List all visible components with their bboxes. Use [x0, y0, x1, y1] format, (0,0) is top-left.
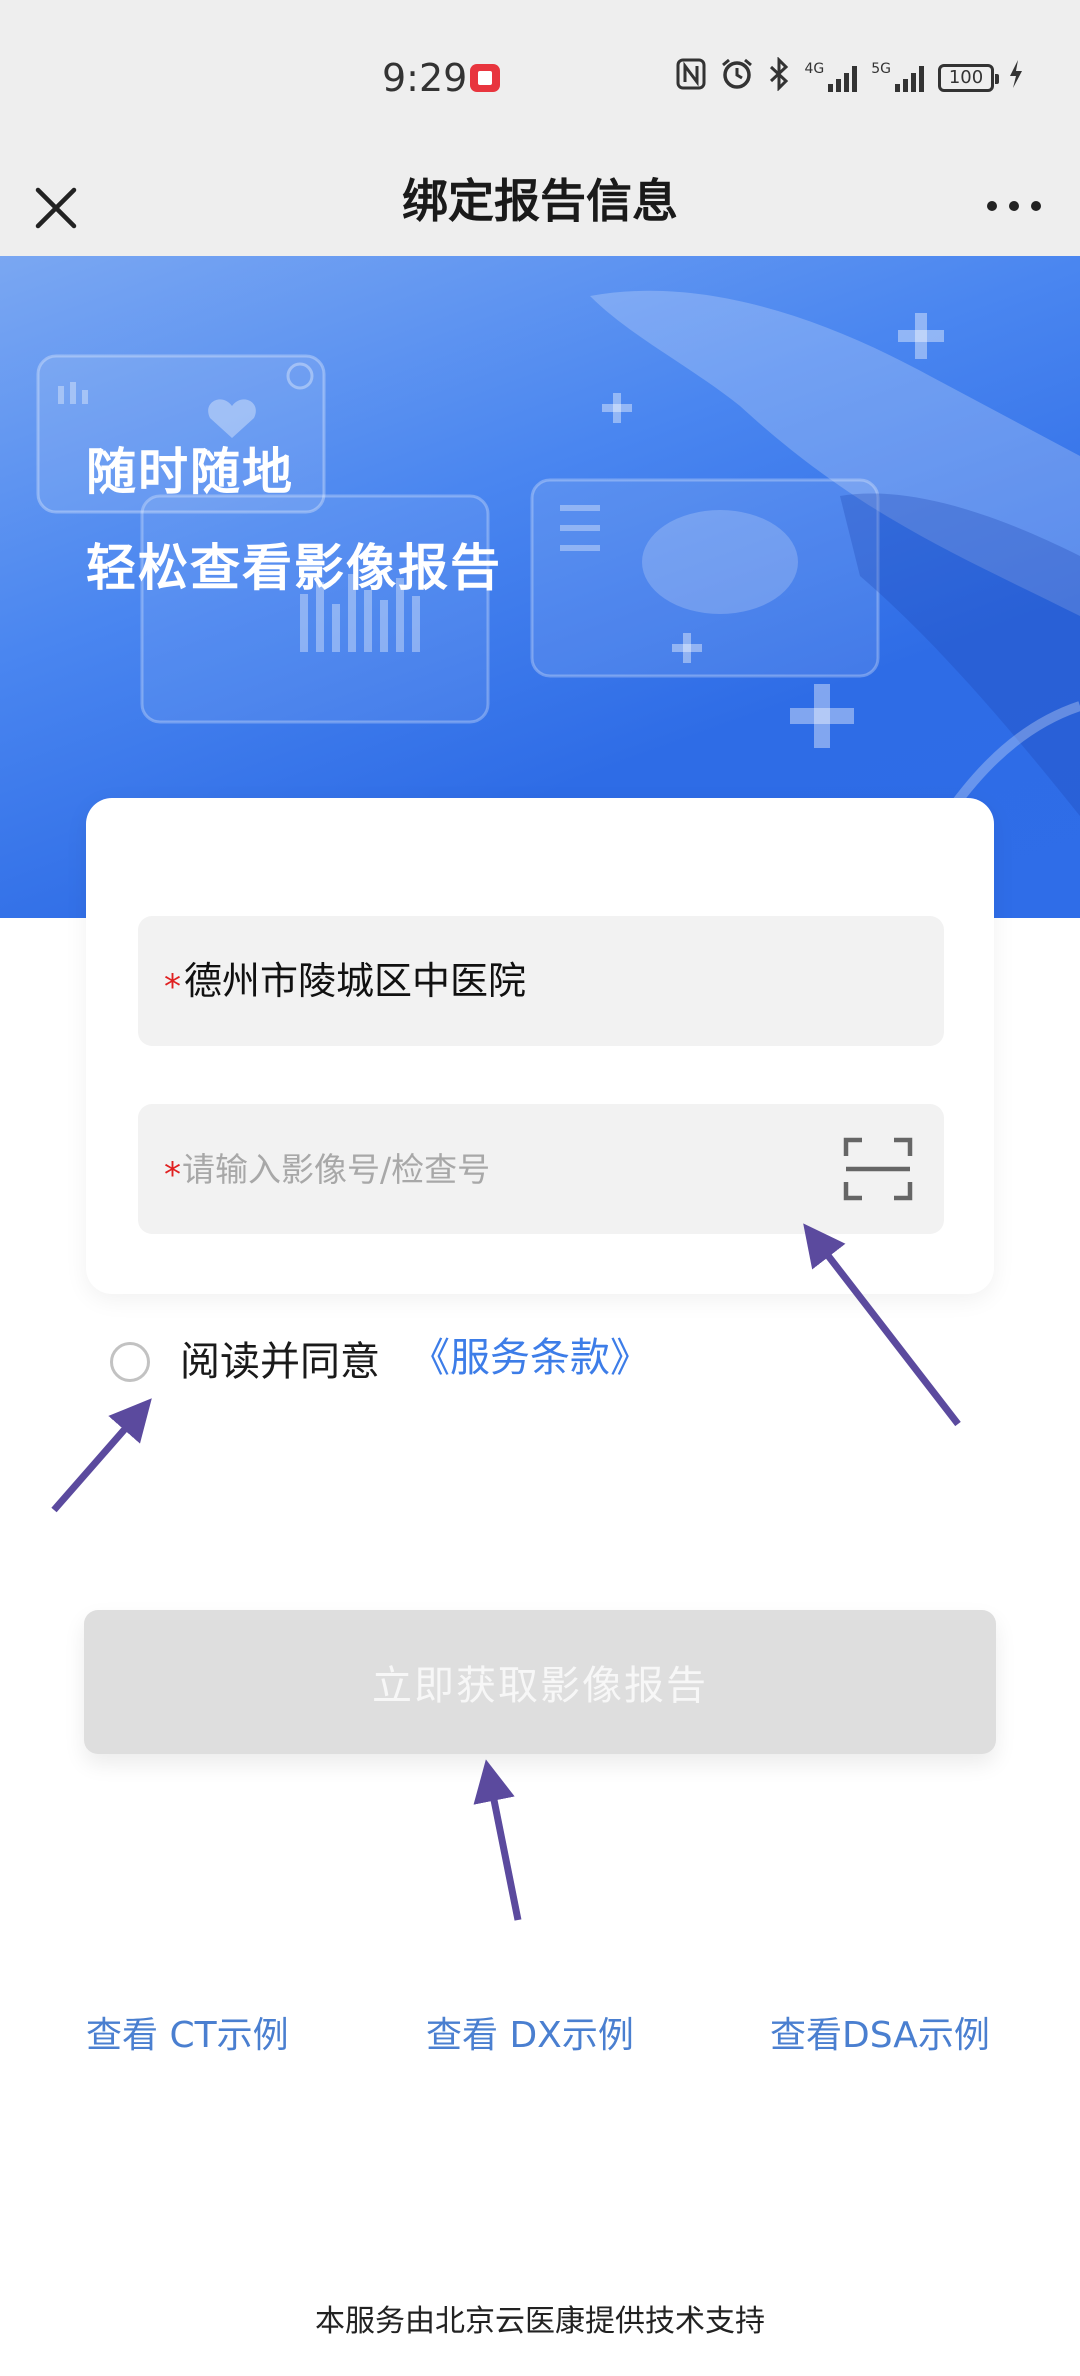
more-dots-icon[interactable] [982, 186, 1046, 226]
required-mark: * [164, 1155, 181, 1195]
nfc-icon [676, 58, 706, 99]
signal-icon [828, 64, 858, 92]
bluetooth-icon [768, 55, 790, 100]
page-title: 绑定报告信息 [402, 174, 678, 228]
status-time: 9:29 [382, 56, 468, 100]
alarm-icon [720, 57, 754, 100]
ct-example-link[interactable]: 查看 CT示例 [86, 2006, 289, 2058]
terms-link[interactable]: 《服务条款》 [410, 1332, 650, 1384]
agreement-text: 阅读并同意 [180, 1339, 380, 1385]
banner-subheadline: 轻松查看影像报告 [86, 539, 502, 597]
dsa-example-link[interactable]: 查看DSA示例 [770, 2006, 990, 2058]
required-mark: * [164, 967, 181, 1007]
signal-icon [895, 64, 924, 92]
scan-icon[interactable] [842, 1134, 914, 1204]
app-notification-icon [470, 64, 500, 92]
get-report-button[interactable]: 立即获取影像报告 [84, 1610, 996, 1754]
arrow-to-agreement-radio [51, 1398, 152, 1513]
page: 9:29 4G 5G 100 绑定报告信息 随时随地 轻松查看影像报告 * 德州… [0, 0, 1080, 2376]
agreement-radio[interactable] [110, 1342, 150, 1382]
form-card: * 德州市陵城区中医院 * [86, 798, 994, 1294]
hospital-value: 德州市陵城区中医院 [184, 959, 527, 1003]
exam-number-field: * [138, 1104, 944, 1234]
arrow-to-submit-button [473, 1759, 522, 1921]
status-bar: 9:29 4G 5G 100 [0, 0, 1080, 160]
footer-credit: 本服务由北京云医康提供技术支持 [315, 2304, 765, 2339]
battery-icon: 100 [938, 64, 999, 92]
nav-bar: 绑定报告信息 [0, 160, 1080, 256]
network-type-4g: 4G [804, 61, 825, 77]
charging-icon [1008, 59, 1024, 98]
dx-example-link[interactable]: 查看 DX示例 [426, 2006, 634, 2058]
network-type-5g: 5G [871, 61, 891, 77]
hospital-field[interactable]: * 德州市陵城区中医院 [138, 916, 944, 1046]
banner-headline: 随时随地 [86, 443, 294, 501]
exam-number-input[interactable] [182, 1140, 822, 1198]
status-icons: 4G 5G 100 [676, 55, 1024, 99]
